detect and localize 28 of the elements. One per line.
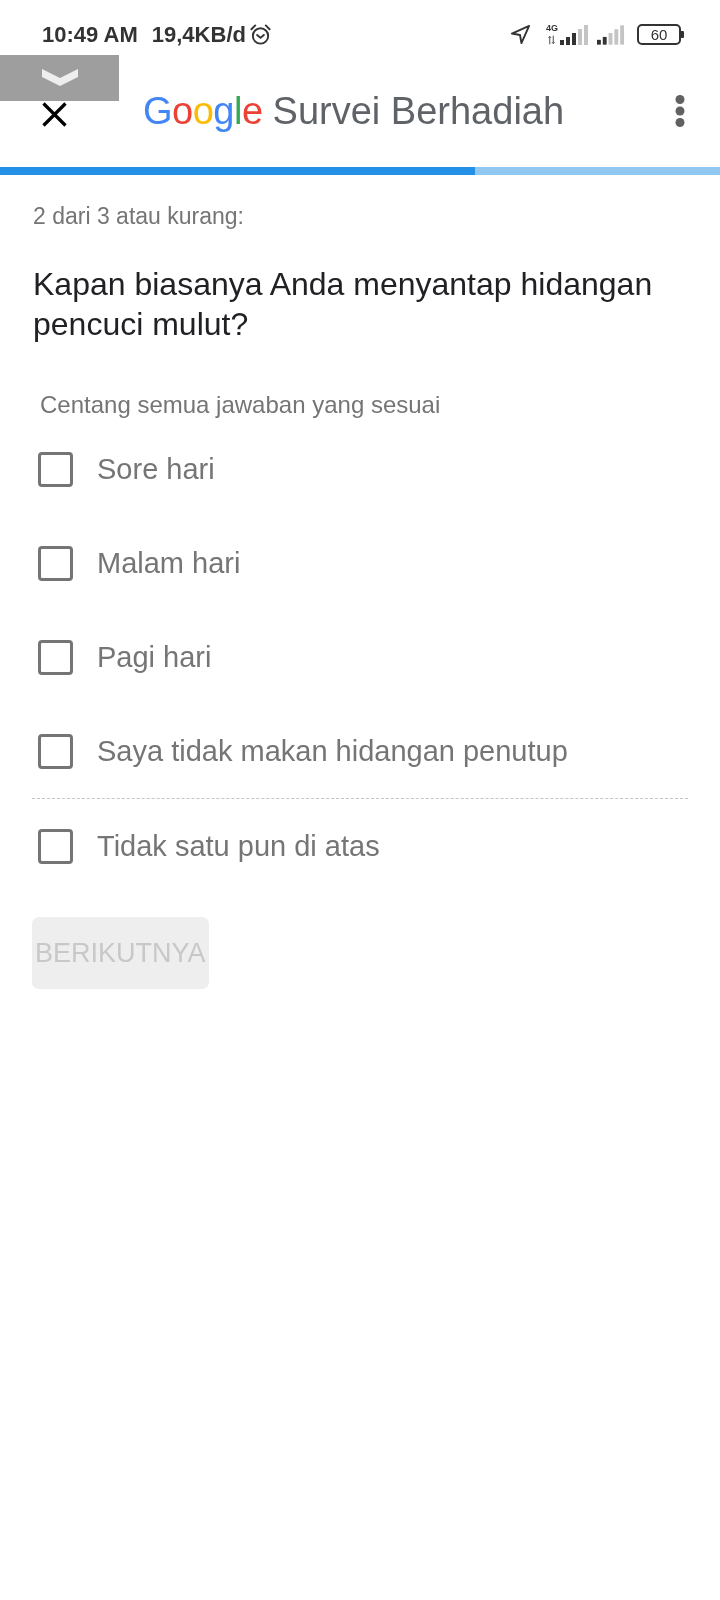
instruction-text: Centang semua jawaban yang sesuai bbox=[40, 390, 442, 420]
data-speed: 19,4KB/d bbox=[151, 23, 246, 46]
checkbox[interactable] bbox=[38, 545, 73, 581]
google-logo: Google bbox=[143, 89, 263, 134]
battery-level-text: 60 bbox=[650, 27, 668, 42]
step-counter: 2 dari 3 atau kurang: bbox=[33, 202, 245, 230]
checkbox[interactable] bbox=[38, 733, 73, 769]
option-label: Saya tidak makan hidangan penutup bbox=[97, 734, 568, 769]
option-label: Pagi hari bbox=[97, 640, 212, 675]
checkbox[interactable] bbox=[38, 639, 73, 675]
question-text: Kapan biasanya Anda menyantap hidangan pencuci mulut? bbox=[33, 265, 654, 344]
data-arrows-icon bbox=[548, 35, 556, 45]
kebab-menu-icon bbox=[675, 95, 685, 127]
option-label: Tidak satu pun di atas bbox=[97, 829, 380, 864]
signal-bars-icon bbox=[597, 24, 625, 45]
network-type-label: 4G bbox=[546, 24, 558, 33]
app-title: Survei Berhadiah bbox=[272, 89, 565, 134]
checkbox[interactable] bbox=[38, 828, 73, 864]
option-label: Sore hari bbox=[97, 452, 215, 487]
checkbox[interactable] bbox=[38, 451, 73, 487]
close-button[interactable] bbox=[42, 102, 67, 127]
status-time: 10:49 AM bbox=[42, 23, 138, 46]
option-label: Malam hari bbox=[97, 546, 241, 581]
chevron-down-icon bbox=[41, 69, 78, 86]
alarm-clock-icon bbox=[248, 23, 272, 46]
navigation-arrow-icon bbox=[510, 24, 531, 45]
signal-bars-icon bbox=[560, 25, 589, 45]
close-icon bbox=[42, 102, 67, 127]
